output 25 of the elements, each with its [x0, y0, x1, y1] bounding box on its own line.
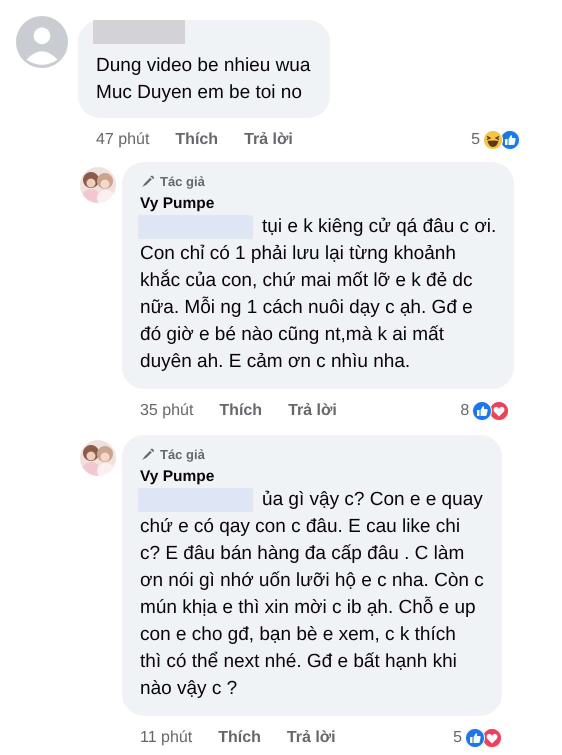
- comment-time: 47 phút: [96, 131, 150, 149]
- like-link[interactable]: Thích: [175, 131, 218, 149]
- thumbs-up-icon: [472, 401, 492, 421]
- author-name[interactable]: Vy Pumpe: [140, 468, 484, 486]
- reaction-count: 8: [460, 402, 470, 420]
- reaction-count: 5: [471, 131, 480, 149]
- thumbs-up-icon: [500, 130, 520, 150]
- like-link[interactable]: Thích: [219, 402, 262, 420]
- like-link[interactable]: Thích: [218, 729, 261, 747]
- reply-link[interactable]: Trả lời: [244, 131, 293, 149]
- pen-icon: [140, 174, 155, 189]
- comment-time: 35 phút: [140, 402, 194, 420]
- comment-text: Dung video be nhieu wua Muc Duyen em be toi no: [96, 54, 310, 105]
- author-label: Tác giả: [160, 447, 205, 462]
- comment-text: ủa gì vậy c? Con e e quay chứ e có qay con c đâu. E cau like chi c? E đâu bán hàng đa cấp đâu . C làm ơn nói gì nhớ uốn lưỡi hộ e c nha. Còn c mún khịa e thì xin mời c ib ạh. Chỗ e up con e cho gđ, bạn bè e xem, c k thích thì có thể next nhé. Gđ e bất hạnh khi nào vậy c ?: [140, 488, 484, 701]
- author-label: Tác giả: [160, 174, 205, 189]
- thumbs-up-icon: [465, 728, 485, 748]
- reaction-count: 5: [453, 729, 462, 747]
- comment-text: tụi e k kiêng cử qá đâu c ơi. Con chỉ có 1 phải lưu lại từng khoảnh khắc của con, chứ mai mốt lỡ e k đẻ dc nữa. Mỗi ng 1 cách nuôi dạy c ạh. Gđ e đó giờ e bé nào cũng nt,mà k ai mất duyên ah. E cảm ơn c nhìu nha.: [140, 215, 496, 374]
- reply-link[interactable]: Trả lời: [286, 729, 336, 747]
- pen-icon: [140, 447, 155, 462]
- laughing-emoji-icon: [483, 130, 503, 150]
- author-name[interactable]: Vy Pumpe: [140, 195, 496, 213]
- reply-link[interactable]: Trả lời: [288, 402, 337, 420]
- comment-time: 11 phút: [140, 729, 192, 747]
